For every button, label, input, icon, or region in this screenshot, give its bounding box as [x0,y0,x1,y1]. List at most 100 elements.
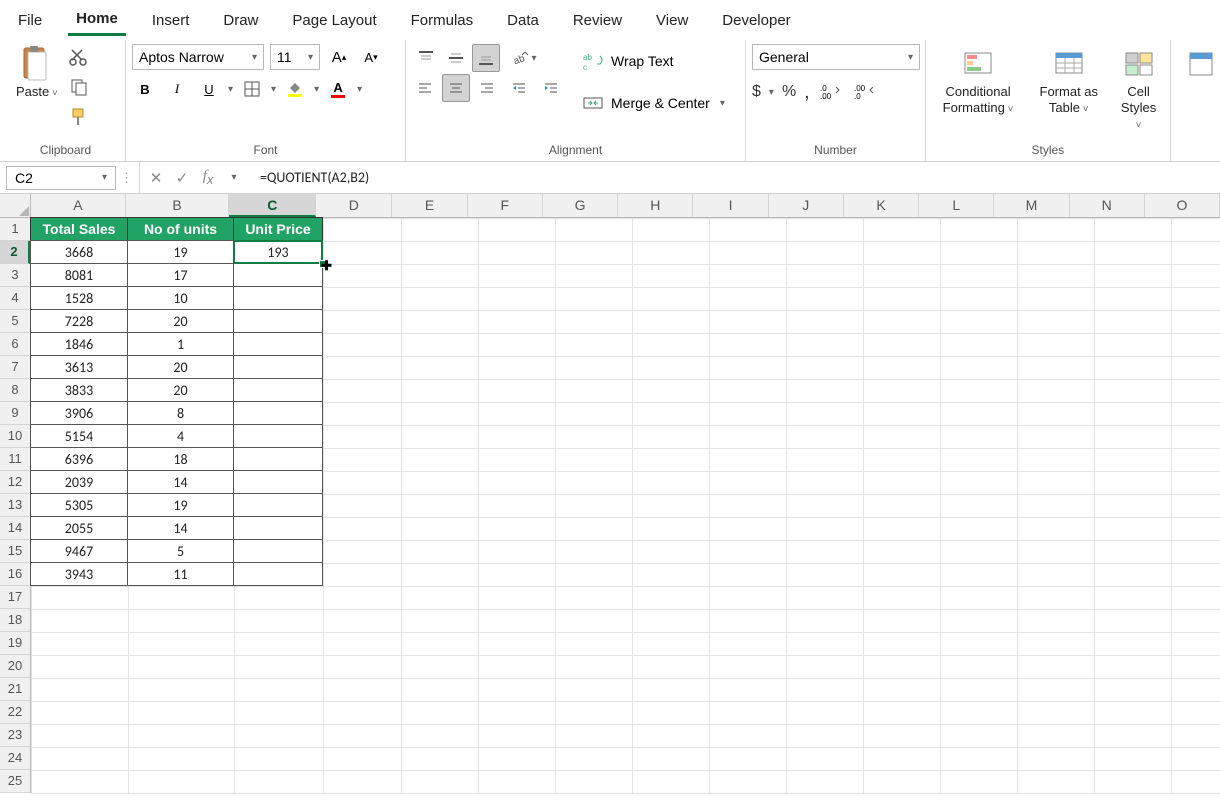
menu-formulas[interactable]: Formulas [403,6,482,35]
table-data-cell[interactable] [233,263,323,287]
menu-view[interactable]: View [648,6,696,35]
table-data-cell[interactable]: 3668 [30,240,128,264]
percent-button[interactable]: % [782,83,796,101]
table-data-cell[interactable]: 11 [127,562,234,586]
row-header-4[interactable]: 4 [0,287,30,310]
table-data-cell[interactable] [233,562,323,586]
borders-button[interactable] [239,76,265,102]
table-data-cell[interactable]: 5154 [30,424,128,448]
table-data-cell[interactable]: 1528 [30,286,128,310]
row-header-9[interactable]: 9 [0,402,30,425]
table-data-cell[interactable] [233,424,323,448]
col-header-I[interactable]: I [693,194,768,217]
number-format-select[interactable]: General▾ [752,44,920,70]
table-header-cell[interactable]: No of units [127,217,234,241]
menu-page-layout[interactable]: Page Layout [284,6,384,35]
row-header-22[interactable]: 22 [0,701,30,724]
cut-button[interactable] [66,44,92,70]
table-data-cell[interactable]: 8081 [30,263,128,287]
font-size-select[interactable]: 11▾ [270,44,320,70]
table-data-cell[interactable]: 5305 [30,493,128,517]
row-header-6[interactable]: 6 [0,333,30,356]
cancel-formula-button[interactable]: ✕ [146,169,166,187]
table-data-cell[interactable]: 9467 [30,539,128,563]
row-header-17[interactable]: 17 [0,586,30,609]
row-header-14[interactable]: 14 [0,517,30,540]
align-middle-button[interactable] [442,44,470,72]
align-top-button[interactable] [412,44,440,72]
column-headers[interactable]: ABCDEFGHIJKLMNO [31,194,1220,218]
row-header-7[interactable]: 7 [0,356,30,379]
table-data-cell[interactable] [233,539,323,563]
table-data-cell[interactable] [233,309,323,333]
row-headers[interactable]: 1234567891011121314151617181920212223242… [0,218,31,793]
decrease-font-button[interactable]: A▾ [358,44,384,70]
table-data-cell[interactable]: 14 [127,516,234,540]
menu-insert[interactable]: Insert [144,6,198,35]
menu-file[interactable]: File [10,6,50,35]
wrap-text-button[interactable]: abc Wrap Text [581,44,725,78]
col-header-M[interactable]: M [994,194,1069,217]
row-header-3[interactable]: 3 [0,264,30,287]
col-header-J[interactable]: J [769,194,844,217]
bold-button[interactable]: B [132,76,158,102]
align-center-button[interactable] [442,74,470,102]
table-data-cell[interactable]: 3906 [30,401,128,425]
col-header-H[interactable]: H [618,194,693,217]
row-header-11[interactable]: 11 [0,448,30,471]
row-header-2[interactable]: 2 [0,241,30,264]
table-data-cell[interactable]: 3943 [30,562,128,586]
row-header-5[interactable]: 5 [0,310,30,333]
col-header-K[interactable]: K [844,194,919,217]
menu-review[interactable]: Review [565,6,630,35]
col-header-L[interactable]: L [919,194,994,217]
format-painter-button[interactable] [66,104,92,130]
table-data-cell[interactable]: 193 [233,240,323,264]
increase-font-button[interactable]: A▴ [326,44,352,70]
table-header-cell[interactable]: Unit Price [233,217,323,241]
font-name-select[interactable]: Aptos Narrow▾ [132,44,264,70]
table-data-cell[interactable] [233,470,323,494]
italic-button[interactable]: I [164,76,190,102]
table-data-cell[interactable] [233,378,323,402]
paste-button[interactable]: Paste [12,44,62,102]
fill-color-button[interactable] [282,76,308,102]
name-box[interactable]: C2 ▾ [6,166,116,190]
row-header-24[interactable]: 24 [0,747,30,770]
row-header-10[interactable]: 10 [0,425,30,448]
cell-styles-button[interactable]: Cell Styles [1113,44,1163,134]
col-header-O[interactable]: O [1145,194,1220,217]
table-data-cell[interactable]: 2039 [30,470,128,494]
format-as-table-button[interactable]: Format as Table [1034,44,1103,118]
insert-cells-button[interactable] [1177,44,1220,84]
table-data-cell[interactable]: 8 [127,401,234,425]
cells-area[interactable]: Total SalesNo of unitsUnit Price36681919… [31,218,1220,794]
row-header-8[interactable]: 8 [0,379,30,402]
row-header-23[interactable]: 23 [0,724,30,747]
table-data-cell[interactable]: 3833 [30,378,128,402]
comma-button[interactable]: , [804,81,810,104]
merge-center-button[interactable]: Merge & Center ▾ [581,86,725,120]
conditional-formatting-button[interactable]: Conditional Formatting [932,44,1024,118]
orientation-button[interactable]: ab ▾ [510,44,538,72]
decrease-indent-button[interactable] [506,76,532,102]
col-header-G[interactable]: G [543,194,618,217]
table-data-cell[interactable]: 3613 [30,355,128,379]
row-header-25[interactable]: 25 [0,770,30,793]
table-data-cell[interactable]: 1846 [30,332,128,356]
col-header-F[interactable]: F [468,194,543,217]
table-data-cell[interactable]: 5 [127,539,234,563]
font-color-button[interactable]: A [325,76,351,102]
table-data-cell[interactable] [233,401,323,425]
col-header-A[interactable]: A [31,194,126,217]
row-header-18[interactable]: 18 [0,609,30,632]
align-left-button[interactable] [412,74,440,102]
table-data-cell[interactable]: 7228 [30,309,128,333]
align-right-button[interactable] [472,74,500,102]
currency-button[interactable]: $ [752,83,761,101]
underline-button[interactable]: U [196,76,222,102]
table-data-cell[interactable]: 1 [127,332,234,356]
decrease-decimal-button[interactable]: .00.0 [852,79,878,105]
align-bottom-button[interactable] [472,44,500,72]
copy-button[interactable] [66,74,92,100]
